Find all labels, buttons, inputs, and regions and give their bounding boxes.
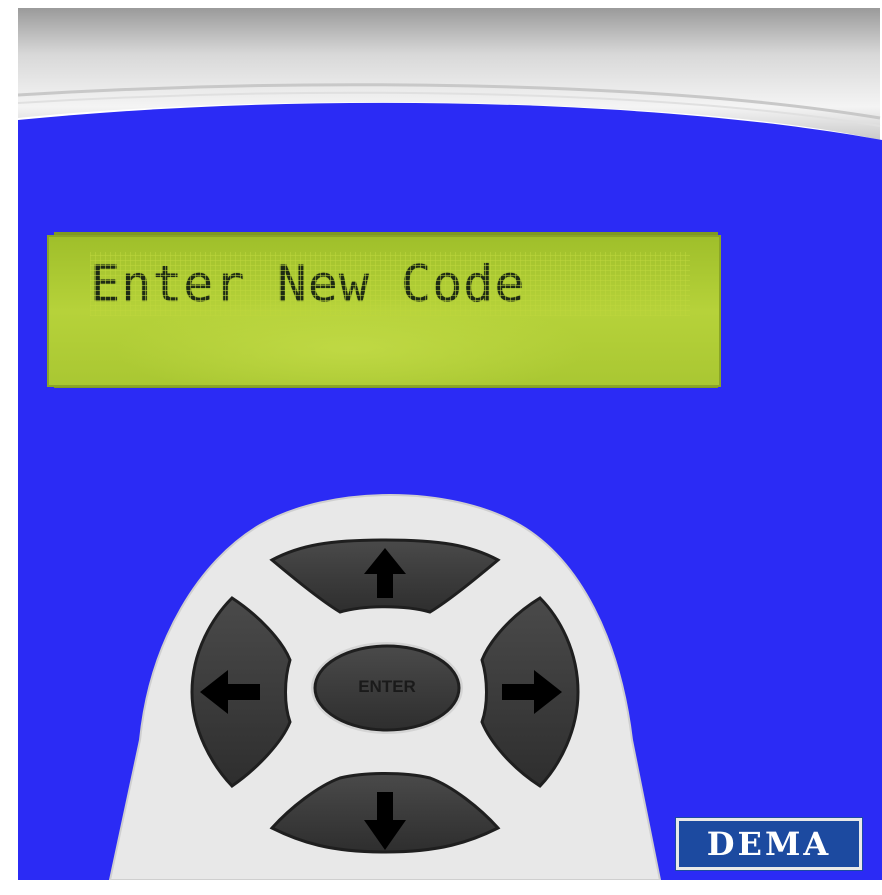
logo-text: DEMA <box>706 825 832 863</box>
dema-logo: DEMA <box>675 817 863 871</box>
lcd-display-text: Enter New Code <box>90 252 690 316</box>
enter-button[interactable] <box>311 642 463 734</box>
device-panel: Enter New Code ENTER DEMA <box>0 0 882 895</box>
device-illustration <box>0 0 882 895</box>
